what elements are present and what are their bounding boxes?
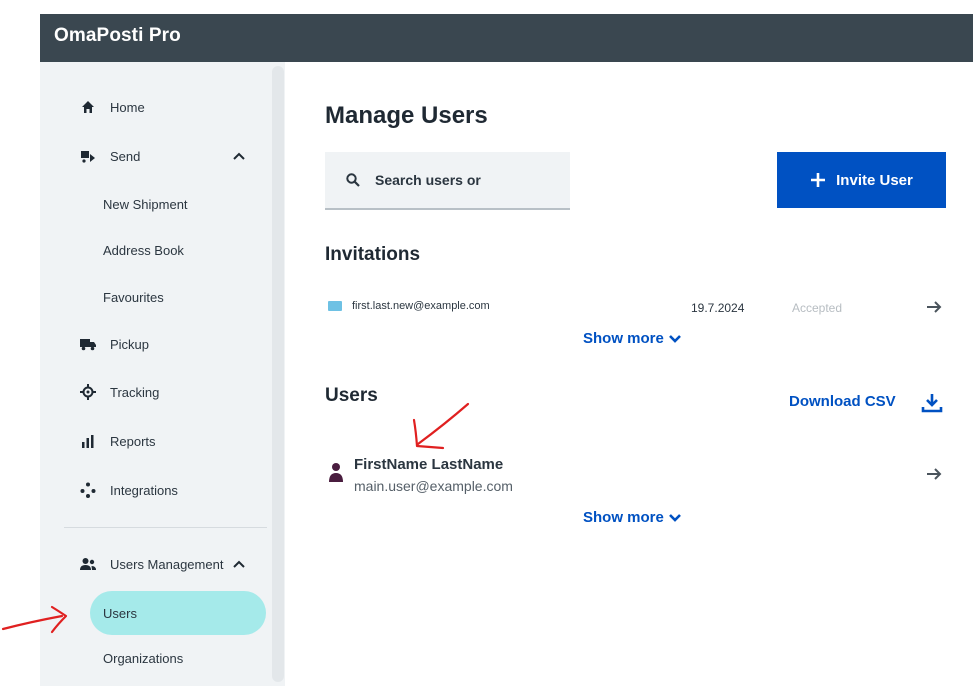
invitations-show-more[interactable]: Show more xyxy=(583,330,682,347)
annotation-arrow-user-row xyxy=(412,402,470,450)
download-csv-link[interactable]: Download CSV xyxy=(789,393,896,410)
top-bar: OmaPosti Pro xyxy=(40,14,973,62)
send-icon xyxy=(80,148,96,164)
users-show-more[interactable]: Show more xyxy=(583,509,682,526)
sidebar-item-label: Send xyxy=(110,148,141,164)
plus-icon xyxy=(810,172,826,188)
user-icon xyxy=(328,462,344,482)
invite-user-button[interactable]: Invite User xyxy=(777,152,946,208)
sidebar-item-favourites[interactable]: Favourites xyxy=(40,282,270,312)
sidebar-item-label: Reports xyxy=(110,433,156,449)
sidebar-item-label: Tracking xyxy=(110,384,160,400)
chevron-down-icon xyxy=(668,511,682,525)
sidebar-item-home[interactable]: Home xyxy=(40,92,270,122)
user-row[interactable]: FirstName LastName main.user@example.com xyxy=(325,452,950,496)
sidebar-item-organizations[interactable]: Organizations xyxy=(40,643,270,673)
page-title: Manage Users xyxy=(325,102,488,129)
sidebar-item-new-shipment[interactable]: New Shipment xyxy=(40,189,270,219)
search-field[interactable] xyxy=(325,152,570,210)
sidebar-item-tracking[interactable]: Tracking xyxy=(40,377,270,407)
crosshair-icon xyxy=(80,384,96,400)
sidebar-item-label: Pickup xyxy=(110,336,150,352)
sidebar-item-label: Address Book xyxy=(103,242,184,258)
app-title[interactable]: OmaPosti Pro xyxy=(54,25,181,47)
users-heading: Users xyxy=(325,385,378,406)
user-email: main.user@example.com xyxy=(354,478,513,494)
invitation-status: Accepted xyxy=(792,301,843,315)
integrations-icon xyxy=(80,482,96,498)
truck-icon xyxy=(80,336,96,352)
sidebar-item-send[interactable]: Send xyxy=(40,141,270,171)
invitation-row[interactable]: first.last.new@example.com 19.7.2024 Acc… xyxy=(325,292,950,322)
sidebar-item-reports[interactable]: Reports xyxy=(40,426,270,456)
bar-chart-icon xyxy=(80,433,96,449)
sidebar-divider xyxy=(64,527,267,528)
chevron-up-icon[interactable] xyxy=(232,557,246,571)
sidebar-item-users-management[interactable]: Users Management xyxy=(40,549,270,579)
users-icon xyxy=(80,556,96,572)
invitation-email: first.last.new@example.com xyxy=(352,300,490,312)
download-icon[interactable] xyxy=(920,391,944,415)
envelope-icon xyxy=(328,301,342,311)
search-icon xyxy=(346,173,360,192)
sidebar-item-label: Users Management xyxy=(110,556,224,572)
sidebar-item-label: Organizations xyxy=(103,650,184,666)
chevron-up-icon[interactable] xyxy=(232,149,246,163)
sidebar-item-label: Favourites xyxy=(103,289,164,305)
search-input[interactable] xyxy=(375,169,555,191)
sidebar-item-users[interactable]: Users xyxy=(40,591,270,635)
arrow-right-icon[interactable] xyxy=(925,298,943,316)
invite-user-label: Invite User xyxy=(836,171,913,189)
arrow-right-icon[interactable] xyxy=(925,465,943,483)
sidebar-item-integrations[interactable]: Integrations xyxy=(40,475,270,505)
sidebar-scrollbar[interactable] xyxy=(272,66,284,682)
sidebar-item-label: Integrations xyxy=(110,482,178,498)
invitation-date: 19.7.2024 xyxy=(691,301,745,315)
sidebar-item-label: New Shipment xyxy=(103,196,188,212)
invitations-heading: Invitations xyxy=(325,244,421,265)
chevron-down-icon xyxy=(668,332,682,346)
show-more-label: Show more xyxy=(583,330,664,347)
sidebar-item-address-book[interactable]: Address Book xyxy=(40,235,270,265)
home-icon xyxy=(80,99,96,115)
sidebar-item-label: Home xyxy=(110,99,145,115)
user-name: FirstName LastName xyxy=(354,456,504,473)
show-more-label: Show more xyxy=(583,509,664,526)
sidebar-item-pickup[interactable]: Pickup xyxy=(40,329,270,359)
sidebar-item-label: Users xyxy=(103,605,137,621)
